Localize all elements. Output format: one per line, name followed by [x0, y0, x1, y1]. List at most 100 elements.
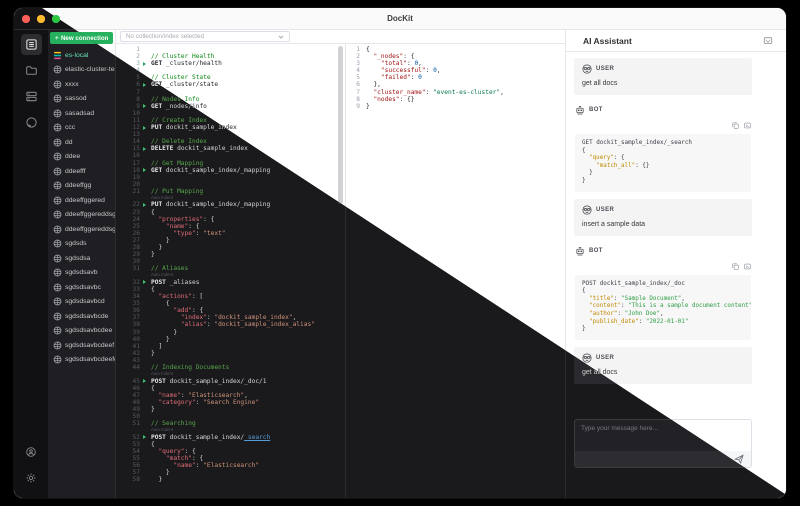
editor-line[interactable]: 10 [116, 110, 345, 117]
editor-line[interactable]: 43 [116, 357, 345, 364]
editor-line[interactable]: 56 "name": "Elasticsearch" [116, 462, 345, 469]
rail-github-tab[interactable] [21, 112, 42, 133]
rail-backup-tab[interactable] [21, 86, 42, 107]
editor-line[interactable]: 1 [116, 46, 345, 53]
connection-item[interactable]: es-local [48, 48, 115, 63]
copy-icon[interactable] [732, 122, 739, 129]
editor-line[interactable]: 34 "actions": [ [116, 293, 345, 300]
editor-line[interactable]: 14 // Delete Index [116, 138, 345, 145]
connection-item[interactable]: dd [48, 135, 115, 150]
connection-item[interactable]: sgdsdsavbcdee [48, 324, 115, 339]
editor-line[interactable]: 52 POST dockit_sample_index/_search [116, 434, 345, 441]
editor-line[interactable]: 13 [116, 131, 345, 138]
editor-line[interactable]: 50 [116, 413, 345, 420]
editor-line[interactable]: 36 "add": { [116, 307, 345, 314]
editor-line[interactable]: 3 GET _cluster/health [116, 60, 345, 67]
editor-line[interactable]: 19 [116, 174, 345, 181]
run-query-icon[interactable] [140, 279, 148, 286]
run-query-icon[interactable] [140, 60, 148, 67]
editor-line[interactable]: 53 { [116, 441, 345, 448]
editor-line[interactable]: 9 GET _nodes/info [116, 103, 345, 110]
connection-item[interactable]: sassod [48, 92, 115, 107]
editor-line[interactable]: 42} [116, 350, 345, 357]
editor-line[interactable]: 54 "query": { [116, 448, 345, 455]
query-editor[interactable]: 1 2 // Cluster Health 3 GET _cluster/health 4… [116, 44, 345, 498]
connection-item[interactable]: ddeeffggereddsgd [48, 208, 115, 223]
editor-line[interactable]: 45 POST dockit_sample_index/_doc/1 [116, 378, 345, 385]
editor-line[interactable]: 38 "alias": "dockit_sample_index_alias" [116, 321, 345, 328]
editor-scrollbar[interactable] [338, 46, 343, 204]
run-query-icon[interactable] [140, 81, 148, 88]
rail-settings-button[interactable] [21, 467, 42, 488]
connection-item[interactable]: sgdsds [48, 237, 115, 252]
editor-line[interactable]: 49} [116, 406, 345, 413]
connection-item[interactable]: ddeeffgg [48, 179, 115, 194]
close-window-button[interactable] [22, 14, 30, 23]
editor-line[interactable]: 20 [116, 181, 345, 188]
editor-line[interactable]: 25 "name": { [116, 223, 345, 230]
connection-item[interactable]: sgdsdsavb [48, 266, 115, 281]
editor-line[interactable]: 44 // Indexing Documents [116, 364, 345, 371]
chat-bubble-icon[interactable] [763, 36, 773, 46]
editor-line[interactable]: 8 // Nodes Info [116, 96, 345, 103]
connection-item[interactable]: sgdsdsavbcd [48, 295, 115, 310]
new-connection-button[interactable]: + New connection [50, 32, 113, 44]
connection-item[interactable]: ddeeffggereddsgda... [48, 222, 115, 237]
editor-line[interactable]: 21 // Put Mapping [116, 188, 345, 195]
connection-item[interactable]: elastic-cluster-tes [48, 63, 115, 78]
connection-item[interactable]: xxxx [48, 77, 115, 92]
editor-line[interactable]: 47 "name": "Elasticsearch", [116, 392, 345, 399]
editor-line[interactable]: 2 // Cluster Health [116, 53, 345, 60]
connection-item[interactable]: sgdsdsavbcdeefg [48, 353, 115, 368]
editor-line[interactable]: 30 [116, 258, 345, 265]
rail-account-button[interactable] [21, 441, 42, 462]
connection-item[interactable]: sgdsdsa [48, 251, 115, 266]
editor-line[interactable]: 17 // Get Mapping [116, 160, 345, 167]
editor-line[interactable]: 16 [116, 152, 345, 159]
run-query-icon[interactable] [140, 145, 148, 152]
run-query-icon[interactable] [140, 201, 148, 208]
run-query-icon[interactable] [140, 167, 148, 174]
editor-line[interactable]: 39 } [116, 329, 345, 336]
connection-item[interactable]: sasadsad [48, 106, 115, 121]
connection-item[interactable]: sgdsdsavbcdeef [48, 338, 115, 353]
editor-line[interactable]: 31 // Aliases [116, 265, 345, 272]
editor-line[interactable]: 29} [116, 251, 345, 258]
editor-line[interactable]: 28 } [116, 244, 345, 251]
rail-connections-tab[interactable] [20, 34, 42, 55]
run-query-icon[interactable] [140, 103, 148, 110]
chat-input[interactable] [575, 420, 751, 451]
editor-line[interactable]: 37 "index": "dockit_sample_index", [116, 314, 345, 321]
editor-line[interactable]: 58 } [116, 476, 345, 483]
minimize-window-button[interactable] [37, 14, 45, 23]
editor-line[interactable]: 12 PUT dockit_sample_index [116, 124, 345, 131]
send-button[interactable] [734, 452, 744, 467]
editor-line[interactable]: 46 { [116, 385, 345, 392]
rail-files-tab[interactable] [21, 60, 42, 81]
run-query-icon[interactable] [140, 434, 148, 441]
editor-line[interactable]: 27 } [116, 237, 345, 244]
editor-line[interactable]: 35 { [116, 300, 345, 307]
editor-line[interactable]: 26 "type": "text" [116, 230, 345, 237]
editor-line[interactable]: 15 DELETE dockit_sample_index [116, 145, 345, 152]
editor-line[interactable]: 51 // Searching [116, 420, 345, 427]
editor-line[interactable]: 33 { [116, 286, 345, 293]
run-query-icon[interactable] [140, 124, 148, 131]
editor-line[interactable]: 23 { [116, 209, 345, 216]
zoom-window-button[interactable] [52, 14, 60, 23]
editor-line[interactable]: 4 [116, 67, 345, 74]
connection-item[interactable]: ddee [48, 150, 115, 165]
connection-item[interactable]: ddeefff [48, 164, 115, 179]
insert-code-icon[interactable] [744, 122, 751, 129]
editor-line[interactable]: 40 } [116, 336, 345, 343]
editor-line[interactable]: 5 // Cluster State [116, 74, 345, 81]
run-query-icon[interactable] [140, 378, 148, 385]
collection-select[interactable]: No collection/index selected [120, 31, 290, 42]
editor-line[interactable]: 41 ] [116, 343, 345, 350]
editor-line[interactable]: 7 [116, 89, 345, 96]
editor-line[interactable]: 48 "category": "Search Engine" [116, 399, 345, 406]
connection-item[interactable]: sgdsdsavbcde [48, 309, 115, 324]
editor-line[interactable]: 11 // Create Index [116, 117, 345, 124]
insert-code-icon[interactable] [744, 263, 751, 270]
editor-line[interactable]: 32 POST _aliases [116, 279, 345, 286]
